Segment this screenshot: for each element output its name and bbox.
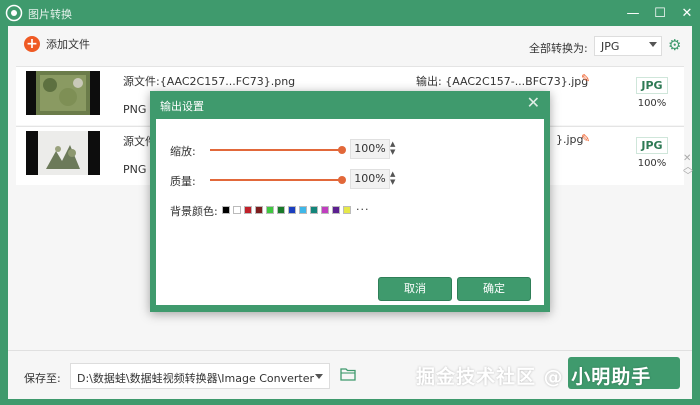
chevron-down-icon[interactable]: ﹀ (683, 172, 693, 182)
convert-all-format-select[interactable]: JPG (594, 36, 662, 56)
add-files-label: 添加文件 (46, 38, 90, 51)
output-format: JPG (636, 137, 668, 154)
save-path-select[interactable]: D:\数据蛙\数据蛙视频转换器\Image Converter (70, 363, 330, 389)
chevron-down-icon[interactable]: ▼ (390, 178, 400, 186)
color-swatch[interactable] (299, 205, 307, 214)
output-file-name: 输出: {AAC2C157-...BFC73}.jpg (416, 75, 589, 88)
close-button[interactable]: ✕ (676, 3, 698, 23)
color-swatch[interactable] (288, 205, 296, 214)
maximize-button[interactable]: ☐ (649, 3, 671, 23)
add-files-button[interactable]: + 添加文件 (24, 36, 90, 52)
quality-slider[interactable] (210, 176, 346, 184)
output-format: JPG (636, 77, 668, 94)
quality-slider-handle[interactable] (338, 176, 346, 184)
background-color-label: 背景颜色: (170, 205, 218, 218)
background-color-swatches: ··· (222, 203, 370, 216)
dialog-close-icon[interactable]: ✕ (527, 95, 540, 111)
save-path-value: D:\数据蛙\数据蛙视频转换器\Image Converter (77, 372, 315, 385)
cancel-button[interactable]: 取消 (378, 277, 452, 301)
input-format-tag: PNG (123, 103, 147, 116)
quality-input[interactable]: 100% (350, 169, 390, 189)
minimize-button[interactable]: — (622, 3, 644, 23)
color-swatch[interactable] (233, 205, 241, 214)
folder-icon[interactable] (340, 367, 356, 381)
convert-all-label: 全部转换为: (529, 42, 588, 55)
scale-slider-handle[interactable] (338, 146, 346, 154)
chevron-down-icon (315, 374, 323, 379)
plus-icon: + (24, 36, 40, 52)
color-swatch[interactable] (310, 205, 318, 214)
dialog-title: 输出设置 (160, 100, 204, 113)
color-swatch[interactable] (244, 205, 252, 214)
scale-label: 缩放: (170, 145, 196, 158)
chevron-down-icon (649, 42, 657, 47)
gear-icon[interactable]: ⚙ (668, 37, 684, 53)
output-settings-dialog: 输出设置 ✕ 缩放: 100% ▲ ▼ 质量: 100% ▲ ▼ 背景颜色: ·… (150, 91, 550, 312)
color-swatch[interactable] (277, 205, 285, 214)
output-format-badge[interactable]: JPG 100% (636, 137, 668, 169)
chevron-up-icon[interactable]: ▲ (390, 170, 400, 178)
output-format-badge[interactable]: JPG 100% (636, 77, 668, 109)
more-colors-button[interactable]: ··· (356, 203, 370, 216)
color-swatch[interactable] (266, 205, 274, 214)
scale-stepper[interactable]: ▲ ▼ (390, 140, 400, 156)
scale-slider[interactable] (210, 146, 346, 154)
image-thumbnail (26, 131, 100, 175)
quality-label: 质量: (170, 175, 196, 188)
input-format-tag: PNG (123, 163, 147, 176)
format-select-value: JPG (601, 39, 620, 53)
output-quality: 100% (637, 98, 667, 109)
source-file-name: 源文件:{AAC2C157...FC73}.png (123, 75, 296, 88)
output-file-name: }.jpg (556, 133, 584, 146)
save-to-label: 保存至: (24, 372, 61, 385)
edit-pencil-icon[interactable]: ✎ (581, 132, 593, 145)
chevron-down-icon[interactable]: ▼ (390, 148, 400, 156)
title-bar: 图片转换 — ☐ ✕ (0, 0, 700, 26)
dialog-body: 缩放: 100% ▲ ▼ 质量: 100% ▲ ▼ 背景颜色: ··· 取消 确… (156, 119, 544, 305)
chevron-up-icon[interactable]: ▲ (390, 140, 400, 148)
window-title: 图片转换 (28, 8, 72, 21)
color-swatch[interactable] (222, 205, 230, 214)
color-swatch[interactable] (321, 205, 329, 214)
color-swatch[interactable] (343, 205, 351, 214)
scale-input[interactable]: 100% (350, 139, 390, 159)
image-thumbnail (26, 71, 100, 115)
row-scroll-arrows[interactable]: ✕ ︿ ﹀ (683, 154, 693, 182)
edit-pencil-icon[interactable]: ✎ (581, 72, 593, 85)
app-logo-icon (5, 4, 23, 22)
color-swatch[interactable] (255, 205, 263, 214)
ok-button[interactable]: 确定 (457, 277, 531, 301)
quality-stepper[interactable]: ▲ ▼ (390, 170, 400, 186)
color-swatch[interactable] (332, 205, 340, 214)
watermark-text: 掘金技术社区 @ 小明助手 (416, 366, 652, 388)
output-quality: 100% (637, 158, 667, 169)
